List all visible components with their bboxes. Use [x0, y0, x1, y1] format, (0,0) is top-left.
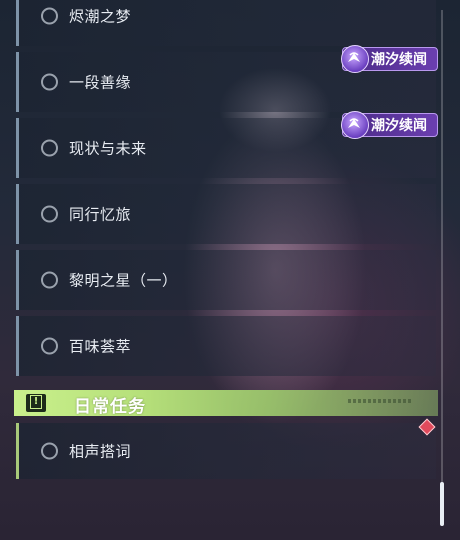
quest-label: 同行忆旅 — [69, 205, 132, 224]
quest-item-5[interactable]: 黎明之星（一） — [16, 250, 436, 310]
quest-item-6[interactable]: 百味荟萃 — [16, 316, 436, 376]
scrollbar-thumb[interactable] — [440, 482, 444, 526]
tag-label: 潮汐续闻 — [371, 52, 427, 68]
daily-quests-header[interactable]: ! 日常任务 — [14, 390, 438, 417]
quest-label: 现状与未来 — [69, 139, 147, 158]
tidal-event-tag: 潮汐续闻 — [341, 45, 438, 73]
decorative-fine-print — [348, 399, 412, 403]
tidal-event-icon — [341, 45, 369, 73]
tidal-event-tag: 潮汐续闻 — [341, 111, 438, 139]
daily-quest-item[interactable]: 相声搭词 — [16, 423, 436, 479]
exclamation-icon: ! — [26, 394, 46, 412]
quest-label: 一段善缘 — [69, 73, 132, 92]
status-circle-icon — [41, 271, 58, 289]
status-circle-icon — [41, 442, 58, 460]
quest-label: 烬潮之梦 — [69, 7, 132, 26]
tag-label: 潮汐续闻 — [371, 118, 427, 134]
status-circle-icon — [41, 337, 58, 355]
quest-item-1[interactable]: 烬潮之梦 — [16, 0, 436, 46]
quest-label: 相声搭词 — [69, 442, 132, 461]
tidal-event-icon — [341, 111, 369, 139]
status-circle-icon — [41, 139, 58, 157]
scrollbar-track[interactable] — [441, 10, 443, 526]
quest-label: 百味荟萃 — [69, 337, 132, 356]
status-circle-icon — [41, 7, 58, 25]
status-circle-icon — [41, 205, 58, 223]
quest-label: 黎明之星（一） — [69, 271, 178, 290]
quest-item-4[interactable]: 同行忆旅 — [16, 184, 436, 244]
status-circle-icon — [41, 73, 58, 91]
section-title: 日常任务 — [74, 397, 146, 417]
